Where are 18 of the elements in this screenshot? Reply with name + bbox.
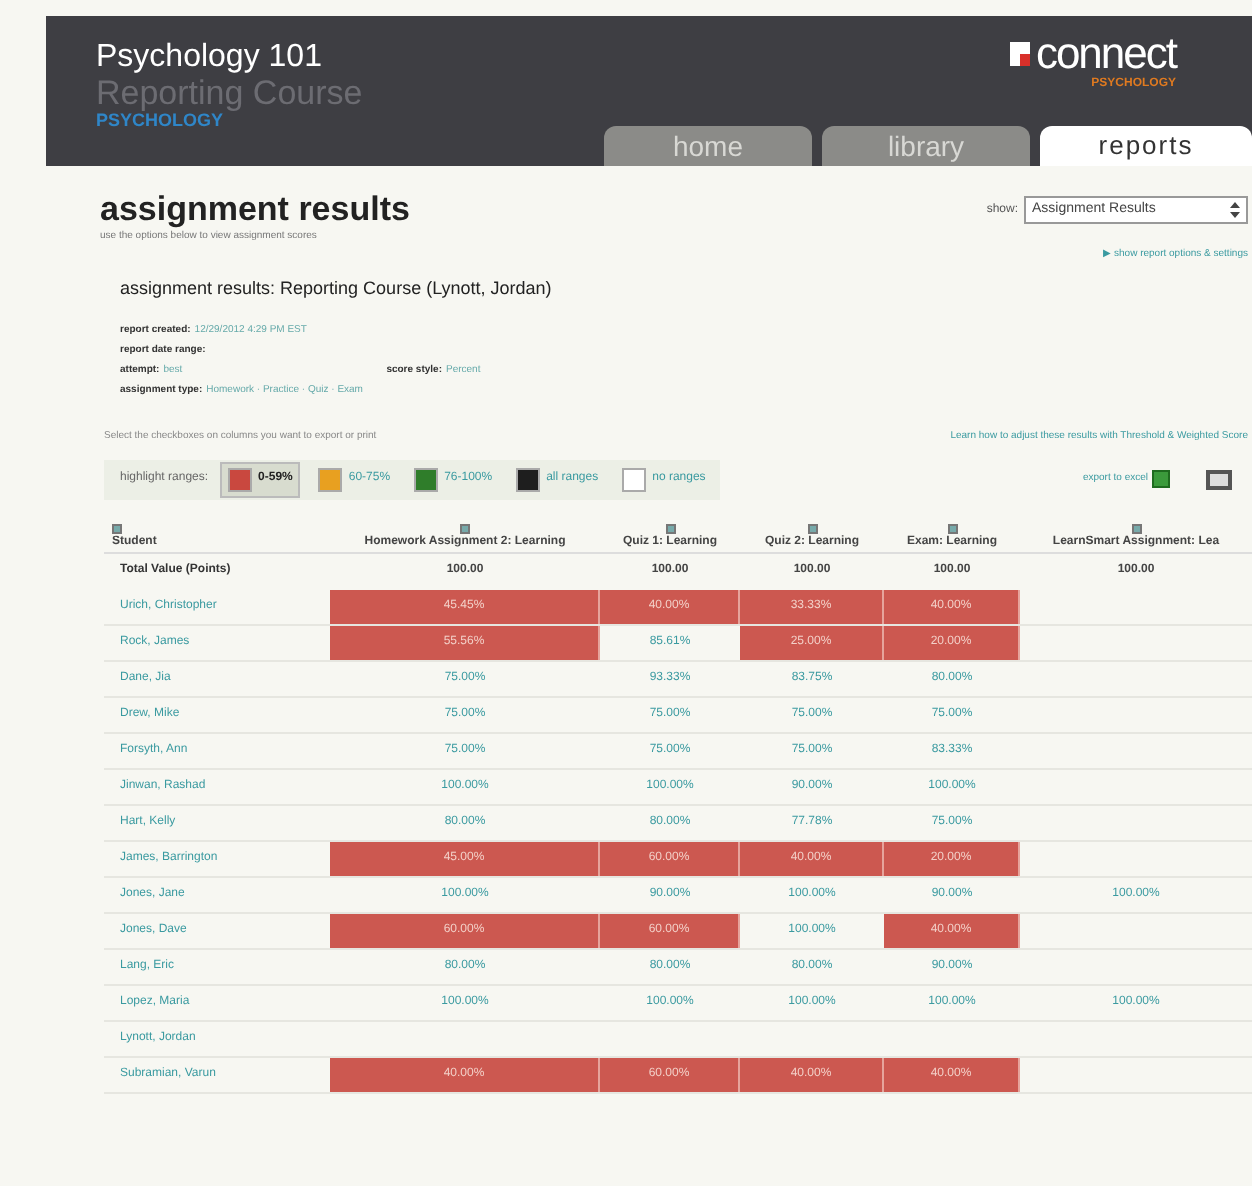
column-checkbox[interactable] [460,523,470,533]
column-checkbox[interactable] [947,523,957,533]
logo-text: connect [1035,32,1176,76]
report-title: assignment results: Reporting Course (Lynott, Jordan) [120,275,552,302]
course-title: Psychology 101 [96,40,322,76]
subject-label: PSYCHOLOGY [96,110,224,132]
tab[interactable]: home [604,126,812,166]
column-checkbox[interactable] [112,523,122,533]
spreadsheet-icon [1152,470,1170,488]
column-checkbox[interactable] [665,523,675,533]
tab[interactable]: library [822,126,1030,166]
tab[interactable]: reports [1040,126,1252,166]
column-checkbox[interactable] [1131,523,1141,533]
dropdown-arrows-icon [1230,202,1240,218]
logo-icon [1009,42,1030,66]
page-title: assignment results [100,190,410,230]
print-icon[interactable] [1206,469,1232,489]
column-checkbox[interactable] [807,523,817,533]
